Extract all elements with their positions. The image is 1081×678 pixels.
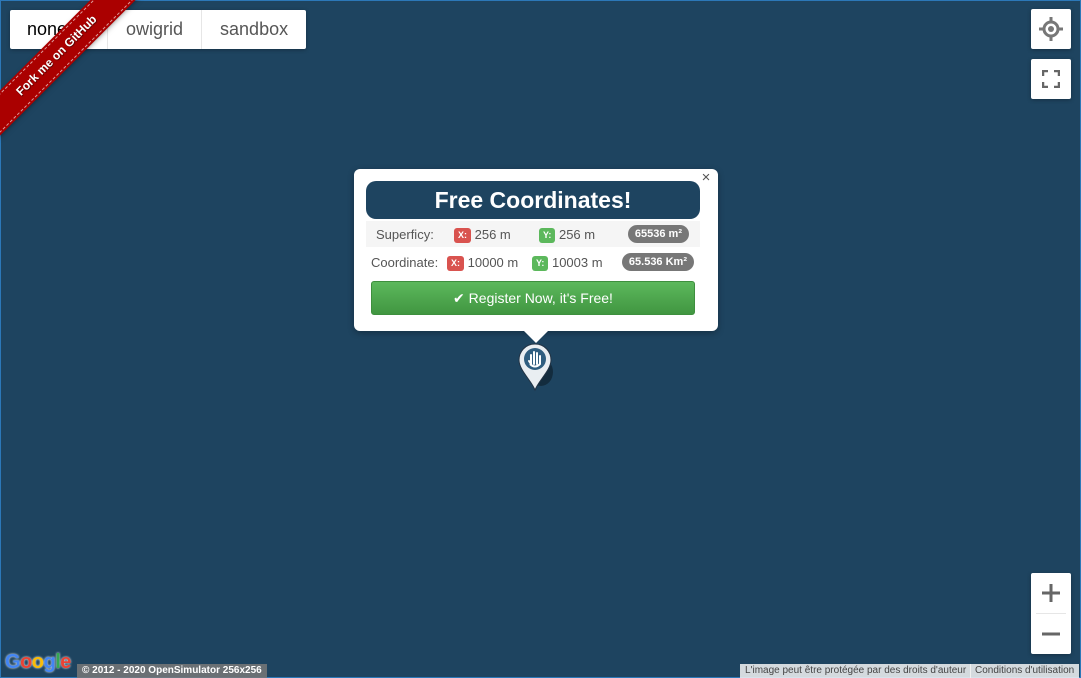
coordinate-area-badge: 65.536 Km² (621, 253, 694, 271)
zoom-out-button[interactable] (1031, 614, 1071, 654)
superficy-y: Y: 256 m (539, 227, 595, 243)
coordinate-label: Coordinate: (371, 255, 439, 270)
coordinate-y: Y: 10003 m (532, 255, 603, 271)
fullscreen-button[interactable] (1031, 59, 1071, 99)
zoom-control (1031, 573, 1071, 654)
x-tag: X: (447, 256, 464, 271)
image-notice-link[interactable]: L'image peut être protégée par des droit… (740, 664, 972, 678)
superficy-x: X: 256 m (454, 227, 511, 243)
minus-icon (1042, 632, 1060, 636)
plus-icon (1042, 584, 1060, 602)
coordinates-popup: × Free Coordinates! Superficy: X: 256 m … (354, 169, 718, 331)
google-logo[interactable]: Google (5, 651, 71, 674)
coordinate-x-value: 10000 m (467, 255, 519, 270)
superficy-y-value: 256 m (558, 227, 596, 242)
grid-tab-sandbox[interactable]: sandbox (202, 10, 306, 49)
superficy-row: Superficy: X: 256 m Y: 256 m 65536 m² (366, 221, 700, 247)
locate-button[interactable] (1031, 9, 1071, 49)
fork-ribbon-container: Fork me on GitHub (0, 0, 150, 150)
coordinate-y-value: 10003 m (551, 255, 603, 270)
x-tag: X: (454, 228, 471, 243)
terms-link[interactable]: Conditions d'utilisation (970, 664, 1080, 678)
superficy-x-value: 256 m (474, 227, 511, 242)
map-marker-icon[interactable] (517, 342, 557, 392)
coordinate-x: X: 10000 m (447, 255, 518, 271)
popup-close-button[interactable]: × (698, 170, 714, 186)
y-tag: Y: (539, 228, 556, 243)
crosshair-icon (1039, 17, 1063, 41)
fork-me-ribbon[interactable]: Fork me on GitHub (0, 0, 138, 137)
superficy-label: Superficy: (376, 227, 434, 242)
fullscreen-icon (1042, 70, 1060, 88)
superficy-area-badge: 65536 m² (627, 225, 689, 243)
popup-title: Free Coordinates! (366, 181, 700, 219)
coordinate-row: Coordinate: X: 10000 m Y: 10003 m 65.536… (366, 249, 700, 275)
register-button[interactable]: ✔ Register Now, it's Free! (371, 281, 695, 315)
copyright-label: © 2012 - 2020 OpenSimulator 256x256 (77, 664, 267, 678)
zoom-in-button[interactable] (1031, 573, 1071, 613)
y-tag: Y: (532, 256, 549, 271)
